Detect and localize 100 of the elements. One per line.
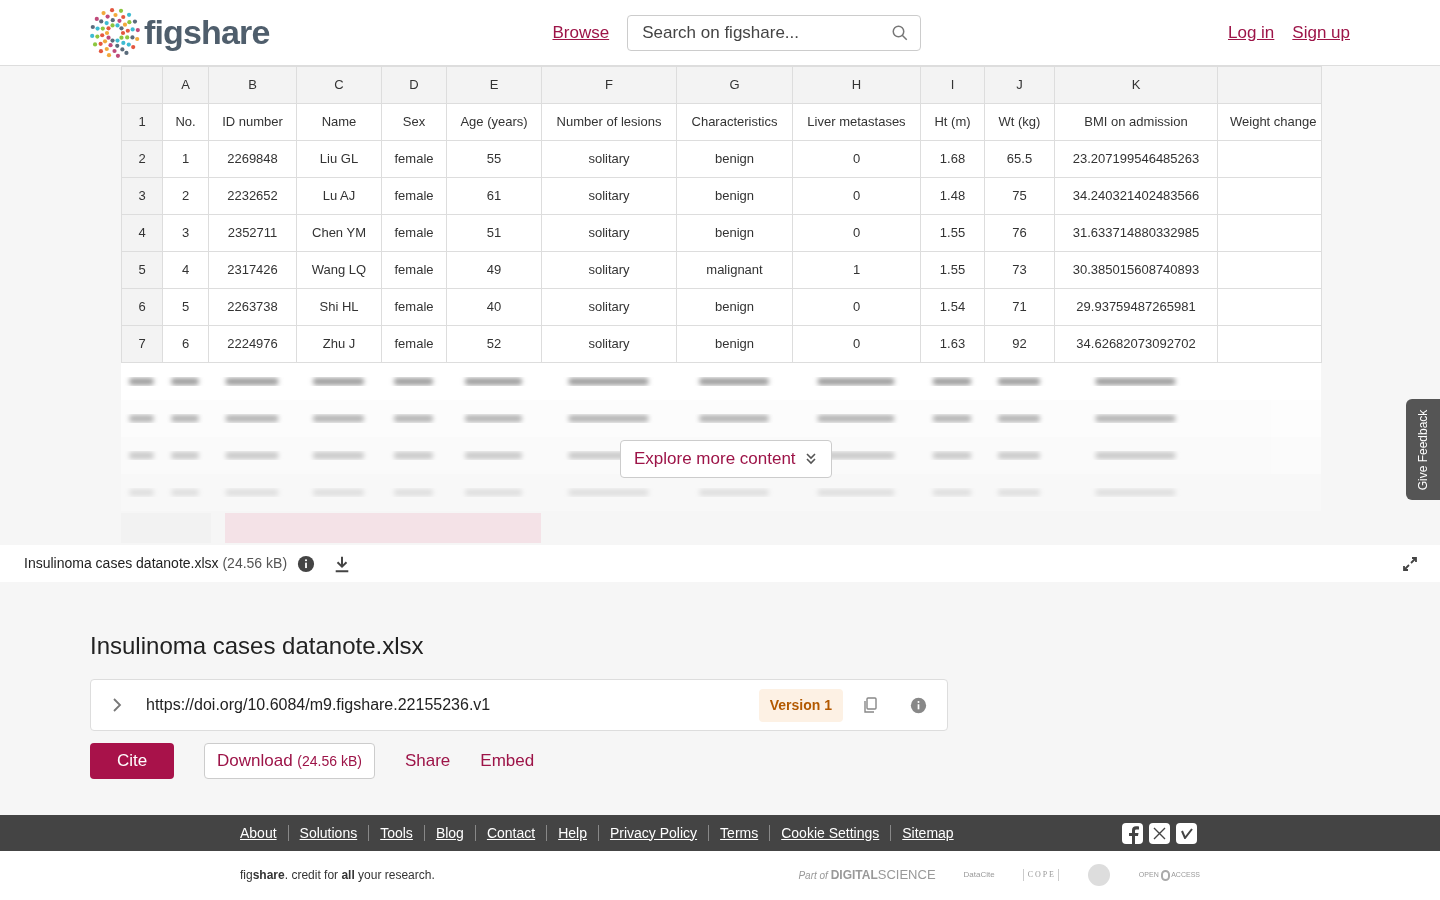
column-letter: B	[208, 66, 297, 104]
table-cell: 1.55	[920, 251, 985, 289]
tagline: figshare. credit for all your research.	[240, 867, 435, 884]
info-icon[interactable]	[297, 554, 316, 573]
footer-link[interactable]: About	[240, 822, 277, 844]
column-letter: A	[162, 66, 209, 104]
logo-icon	[90, 7, 140, 58]
file-name: Insulinoma cases datanote.xlsx (24.56 kB)	[24, 554, 288, 573]
table-cell: 31.633714880332985	[1054, 214, 1218, 252]
table-cell: 6	[162, 325, 209, 363]
footer-link[interactable]: Tools	[380, 822, 413, 844]
footer-link[interactable]: Terms	[720, 822, 759, 844]
table-cell: 52	[446, 325, 542, 363]
table-cell: 49	[446, 251, 542, 289]
table-cell: Wt (kg)	[984, 103, 1055, 141]
table-cell: female	[381, 177, 447, 215]
table-cell: 1.63	[920, 325, 985, 363]
search-icon[interactable]	[891, 23, 910, 42]
table-cell: 34.62682073092702	[1054, 325, 1218, 363]
facebook-icon[interactable]	[1122, 822, 1143, 844]
table-cell: 92	[984, 325, 1055, 363]
row-number: 5	[121, 251, 163, 289]
table-cell: 1.48	[920, 177, 985, 215]
table-cell: benign	[676, 288, 793, 326]
table-cell: Zhu J	[296, 325, 382, 363]
table-cell: 2	[162, 177, 209, 215]
table-cell: Number of lesions	[541, 103, 677, 141]
table-cell: 2232652	[208, 177, 297, 215]
x-icon[interactable]	[1149, 822, 1170, 844]
doi-link[interactable]: https://doi.org/10.6084/m9.figshare.22155236.v1	[146, 693, 491, 717]
account-link[interactable]: Log in	[1228, 19, 1275, 46]
column-letter: I	[920, 66, 985, 104]
account-link[interactable]: Sign up	[1292, 19, 1350, 46]
footer-link[interactable]: Sitemap	[902, 822, 954, 844]
cite-button[interactable]: Cite	[90, 743, 174, 779]
action-link[interactable]: Embed	[480, 748, 535, 774]
column-letter: G	[676, 66, 793, 104]
footer-link[interactable]: Cookie Settings	[781, 822, 880, 844]
table-cell: solitary	[541, 140, 677, 178]
table-cell: 0	[792, 177, 921, 215]
table-cell: 0	[792, 214, 921, 252]
footer-link[interactable]: Blog	[435, 822, 464, 844]
table-cell: Sex	[381, 103, 447, 141]
table-cell: Liver metastases	[792, 103, 921, 141]
search-field[interactable]: Search on figshare...	[627, 14, 922, 51]
table-cell: 1	[792, 251, 921, 289]
table-cell: No.	[162, 103, 209, 141]
footer-link[interactable]: Privacy Policy	[609, 822, 698, 844]
table-cell: 55	[446, 140, 542, 178]
footer-link[interactable]: Help	[558, 822, 587, 844]
table-cell: solitary	[541, 251, 677, 289]
double-chevron-down-icon	[803, 452, 818, 466]
table-cell: 2269848	[208, 140, 297, 178]
column-letter: H	[792, 66, 921, 104]
row-number: 6	[121, 288, 163, 326]
table-cell: female	[381, 288, 447, 326]
table-cell: 1.68	[920, 140, 985, 178]
table-cell: female	[381, 140, 447, 178]
logo-wordmark[interactable]: figshare	[144, 7, 270, 58]
table-cell: solitary	[541, 288, 677, 326]
feedback-tab[interactable]: Give Feedback	[1406, 399, 1440, 500]
table-cell: Lu AJ	[296, 177, 382, 215]
table-cell: 4	[162, 251, 209, 289]
table-cell: Chen YM	[296, 214, 382, 252]
table-cell: 2224976	[208, 325, 297, 363]
table-cell: solitary	[541, 325, 677, 363]
table-cell: 1.54	[920, 288, 985, 326]
table-cell: solitary	[541, 177, 677, 215]
table-cell: 2317426	[208, 251, 297, 289]
column-letter: C	[296, 66, 382, 104]
expand-icon[interactable]	[1402, 555, 1418, 572]
table-cell: female	[381, 214, 447, 252]
table-cell: 0	[792, 325, 921, 363]
footer-link[interactable]: Solutions	[299, 822, 358, 844]
table-cell: 5	[162, 288, 209, 326]
footer-link[interactable]: Contact	[486, 822, 536, 844]
download-button[interactable]: Download (24.56 kB)	[204, 743, 375, 779]
table-cell: benign	[676, 214, 793, 252]
version-label: Version 1	[758, 688, 843, 722]
table-cell: 73	[984, 251, 1055, 289]
table-cell: 65.5	[984, 140, 1055, 178]
table-cell: female	[381, 251, 447, 289]
table-cell: 29.93759487265981	[1054, 288, 1218, 326]
row-number: 3	[121, 177, 163, 215]
row-number: 1	[121, 103, 163, 141]
table-cell: benign	[676, 325, 793, 363]
table-cell: BMI on admission	[1054, 103, 1218, 141]
table-cell: 51	[446, 214, 542, 252]
table-cell: Name	[296, 103, 382, 141]
table-cell: 71	[984, 288, 1055, 326]
table-cell: Wang LQ	[296, 251, 382, 289]
column-letter: J	[984, 66, 1055, 104]
table-cell: Ht (m)	[920, 103, 985, 141]
column-letter: E	[446, 66, 542, 104]
action-link[interactable]: Share	[404, 748, 451, 774]
nav-link[interactable]: Browse	[552, 19, 610, 46]
chevron-right-icon[interactable]	[111, 697, 123, 713]
table-cell: Shi HL	[296, 288, 382, 326]
explore-more-button[interactable]: Explore more content	[620, 440, 832, 478]
table-cell: solitary	[541, 214, 677, 252]
